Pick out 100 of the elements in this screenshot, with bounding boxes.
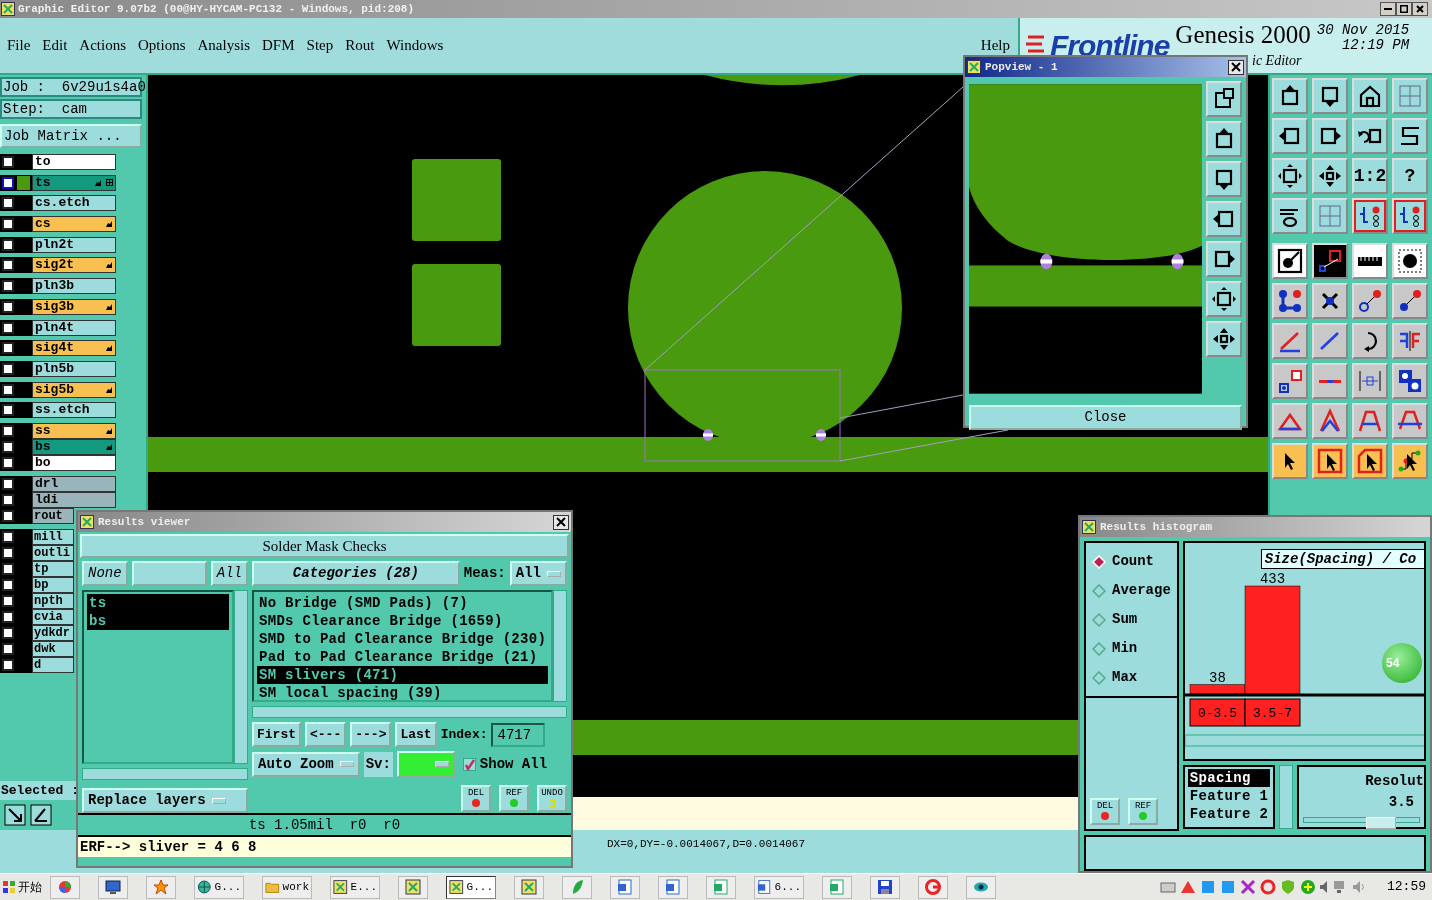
layer-checkbox[interactable] [2, 531, 14, 544]
tool-button[interactable] [1272, 198, 1308, 234]
tool-button[interactable] [1312, 158, 1348, 194]
layer-button[interactable]: pln4t [32, 319, 116, 336]
layer-button[interactable]: ldi [32, 492, 116, 509]
layer-button[interactable]: bo [32, 455, 116, 472]
nav-button[interactable]: ---> [350, 722, 392, 747]
layer-checkbox[interactable] [2, 627, 14, 640]
tool-button[interactable] [1352, 78, 1388, 114]
tool-button[interactable] [1352, 243, 1388, 279]
layer-button[interactable]: pln3b [32, 278, 116, 295]
menu-item[interactable]: Rout [345, 33, 383, 56]
layer-button[interactable]: sig3b [32, 298, 116, 315]
layer-checkbox[interactable] [2, 659, 14, 672]
scrollbar[interactable] [234, 590, 248, 765]
layer-button[interactable]: sig2t [32, 257, 116, 274]
category-item[interactable]: SMD to Pad Clearance Bridge (230) [257, 630, 548, 648]
tool-button[interactable] [1206, 121, 1242, 157]
filter-field[interactable] [131, 561, 207, 586]
layer-button[interactable]: cvia [32, 609, 74, 626]
meas-dropdown[interactable]: All [509, 561, 567, 586]
index-field[interactable]: 4717 [491, 722, 546, 747]
layer-checkbox[interactable] [2, 457, 14, 470]
tool-button[interactable] [1312, 118, 1348, 154]
close-button[interactable] [1228, 59, 1244, 75]
layer-checkbox[interactable] [2, 218, 14, 231]
minimize-button[interactable] [1380, 2, 1396, 16]
taskbar-button[interactable] [658, 875, 688, 899]
taskbar-button[interactable] [610, 875, 640, 899]
taskbar-button[interactable]: G... [194, 875, 244, 899]
tool-button[interactable]: 1:2 [1352, 158, 1388, 194]
categories-button[interactable]: Categories (28) [252, 561, 460, 586]
nav-button[interactable]: First [252, 722, 301, 747]
layer-checkbox[interactable] [2, 595, 14, 608]
taskbar-button[interactable]: E... [330, 875, 380, 899]
layer-checkbox[interactable] [2, 404, 14, 417]
layer-checkbox[interactable] [2, 342, 14, 355]
tool-button[interactable] [1352, 283, 1388, 319]
layer-button[interactable]: pln5b [32, 360, 116, 377]
menu-item[interactable]: Analysis [197, 33, 259, 56]
layer-checkbox[interactable] [2, 259, 14, 272]
menu-item[interactable]: DFM [262, 33, 303, 56]
layer-checkbox[interactable] [2, 238, 14, 251]
tool-button[interactable] [1272, 78, 1308, 114]
layer-list-item[interactable]: bs [87, 612, 229, 630]
taskbar-button[interactable] [870, 875, 900, 899]
layer-button[interactable]: bp [32, 577, 74, 594]
layer-button[interactable]: drl [32, 476, 116, 493]
layer-button[interactable]: rout [32, 508, 74, 525]
layer-button[interactable]: cs [32, 216, 116, 233]
scrollbar[interactable] [82, 768, 248, 780]
tool-button[interactable] [1312, 283, 1348, 319]
tool-button[interactable] [1352, 323, 1388, 359]
start-button[interactable]: 开始 [2, 878, 48, 896]
layer-checkbox[interactable] [2, 563, 14, 576]
reference-button[interactable]: REF [1128, 798, 1158, 826]
layer-button[interactable]: d [32, 657, 74, 674]
tool-button[interactable] [1392, 198, 1428, 234]
tool-button[interactable] [1206, 321, 1242, 357]
field-item[interactable]: Feature 2 [1187, 805, 1270, 823]
nav-button[interactable]: Last [395, 722, 437, 747]
tool-button[interactable] [1392, 243, 1428, 279]
layer-button[interactable]: pln2t [32, 236, 116, 253]
layer-button[interactable]: ydkdr [32, 625, 74, 642]
color-dropdown[interactable] [396, 751, 455, 777]
taskbar-button[interactable] [966, 875, 996, 899]
layer-checkbox[interactable] [2, 510, 14, 523]
mode-radio[interactable]: Min [1086, 634, 1144, 663]
field-item[interactable]: Feature 1 [1187, 787, 1270, 805]
show-all-checkbox[interactable]: Show All [462, 753, 548, 775]
delete-button[interactable]: DEL [1090, 798, 1120, 826]
taskbar-button[interactable]: G... [446, 875, 496, 899]
category-item[interactable]: SM local spacing (39) [257, 684, 548, 702]
category-item[interactable]: SMDs Clearance Bridge (1659) [257, 612, 548, 630]
tool-button[interactable] [1312, 443, 1348, 479]
menu-item[interactable]: Edit [42, 33, 76, 56]
tool-button[interactable] [1272, 443, 1308, 479]
menu-item[interactable]: Options [138, 33, 194, 56]
mode-radio[interactable]: Max [1086, 663, 1144, 692]
replace-layers-dropdown[interactable]: Replace layers [82, 788, 248, 813]
mode-radio[interactable]: Sum [1086, 605, 1144, 634]
nav-button[interactable]: <--- [305, 722, 347, 747]
layer-button[interactable]: npth [32, 593, 74, 610]
menu-item[interactable]: Windows [386, 33, 452, 56]
mode-radio[interactable]: Count [1086, 547, 1160, 576]
slider-thumb[interactable] [1366, 817, 1396, 829]
mode-radio[interactable]: Average [1086, 576, 1177, 605]
layer-checkbox[interactable] [2, 611, 14, 624]
auto-zoom-dropdown[interactable]: Auto Zoom [252, 751, 360, 777]
taskbar-button[interactable] [98, 875, 128, 899]
tool-button[interactable] [1352, 118, 1388, 154]
close-button[interactable]: Close [969, 405, 1242, 430]
close-button[interactable] [1412, 2, 1428, 16]
none-button[interactable]: None [82, 561, 128, 586]
category-item[interactable]: Pad to Pad Clearance Bridge (21) [257, 648, 548, 666]
layer-checkbox[interactable] [2, 547, 14, 560]
menu-item[interactable]: File [7, 33, 39, 56]
layer-button[interactable]: sig5b [32, 381, 116, 398]
tool-button[interactable] [1392, 118, 1428, 154]
tool-button[interactable] [1272, 283, 1308, 319]
